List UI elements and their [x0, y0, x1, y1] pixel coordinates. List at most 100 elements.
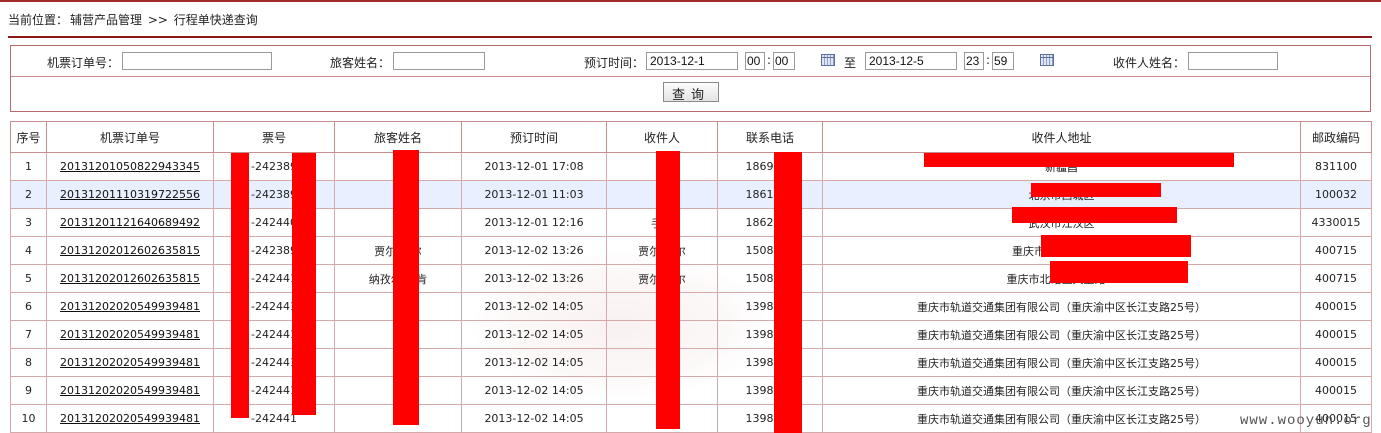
- cell-postal-code: 400715: [1300, 236, 1372, 265]
- cell-phone: 1398362: [717, 404, 823, 433]
- cell-booking-time: 2013-12-02 13:26: [461, 236, 607, 265]
- end-minute-input[interactable]: [992, 52, 1014, 70]
- cell-booking-time: 2013-12-02 14:05: [461, 376, 607, 405]
- cell-order-number: 20131202020549939481: [46, 348, 214, 377]
- order-number-input[interactable]: [122, 52, 272, 70]
- cell-booking-time: 2013-12-01 17:08: [461, 152, 607, 181]
- order-number-link[interactable]: 20131202020549939481: [60, 300, 200, 313]
- cell-booking-time: 2013-12-02 14:05: [461, 320, 607, 349]
- end-date-input[interactable]: [865, 52, 957, 70]
- cell-index: 7: [10, 320, 47, 349]
- order-number-link[interactable]: 20131202012602635815: [60, 272, 200, 285]
- cell-phone: 1398362: [717, 348, 823, 377]
- cell-postal-code: 400015: [1300, 376, 1372, 405]
- breadcrumb-divider: [8, 36, 1372, 38]
- end-calendar-icon[interactable]: [1040, 54, 1054, 66]
- table-row[interactable]: 7 20131202020549939481 -242441 谢 2013-12…: [10, 320, 1372, 349]
- top-accent-line: [0, 0, 1381, 2]
- header-receiver[interactable]: 收件人: [606, 121, 718, 153]
- order-number-link[interactable]: 20131201121640689492: [60, 216, 200, 229]
- booking-time-label: 预订时间：: [584, 56, 645, 70]
- start-calendar-icon[interactable]: [821, 54, 835, 66]
- cell-booking-time: 2013-12-02 14:05: [461, 292, 607, 321]
- redaction-ticket-prefix: [231, 153, 249, 418]
- cell-phone: 1398362: [717, 376, 823, 405]
- header-ticket-number[interactable]: 票号: [213, 121, 335, 153]
- header-postal-code[interactable]: 邮政编码: [1300, 121, 1372, 153]
- header-phone[interactable]: 联系电话: [717, 121, 823, 153]
- cell-phone: 1398362: [717, 320, 823, 349]
- cell-booking-time: 2013-12-02 14:05: [461, 348, 607, 377]
- passenger-name-input[interactable]: [393, 52, 485, 70]
- header-receiver-address[interactable]: 收件人地址: [822, 121, 1301, 153]
- cell-index: 8: [10, 348, 47, 377]
- redaction-address-2: [1031, 183, 1161, 197]
- site-watermark: www.wooyun.org: [1240, 413, 1372, 429]
- header-passenger-name[interactable]: 旅客姓名: [334, 121, 462, 153]
- date-range-to-label: 至: [844, 56, 857, 70]
- cell-receiver-address: 重庆市轨道交通集团有限公司（重庆渝中区长江支路25号）: [822, 320, 1301, 349]
- cell-booking-time: 2013-12-01 11:03: [461, 180, 607, 209]
- cell-order-number: 20131201110319722556: [46, 180, 214, 209]
- start-minute-input[interactable]: [773, 52, 795, 70]
- cell-postal-code: 400015: [1300, 320, 1372, 349]
- start-time-colon: :: [767, 53, 772, 67]
- redaction-receiver-name: [656, 151, 680, 429]
- cell-order-number: 20131201050822943345: [46, 152, 214, 181]
- search-panel: 机票订单号： 旅客姓名： 预订时间： : 至 : 收件人姓名： 查询: [10, 45, 1371, 112]
- cell-index: 5: [10, 264, 47, 293]
- header-order-number[interactable]: 机票订单号: [46, 121, 214, 153]
- order-number-link[interactable]: 20131202020549939481: [60, 328, 200, 341]
- table-row[interactable]: 8 20131202020549939481 -242441 杨 2013-12…: [10, 348, 1372, 377]
- order-number-label: 机票订单号：: [47, 56, 120, 70]
- cell-phone: 1862773: [717, 208, 823, 237]
- cell-phone: 1398362: [717, 292, 823, 321]
- table-row[interactable]: 2 20131201110319722556 -242389 张 2013-12…: [10, 180, 1372, 209]
- cell-postal-code: 400015: [1300, 292, 1372, 321]
- passenger-name-label: 旅客姓名：: [330, 56, 391, 70]
- receiver-name-input[interactable]: [1188, 52, 1278, 70]
- cell-receiver-address: 重庆市轨道交通集团有限公司（重庆渝中区长江支路25号）: [822, 404, 1301, 433]
- redaction-passenger-name: [393, 150, 419, 425]
- cell-postal-code: 400715: [1300, 264, 1372, 293]
- table-header-row: 序号 机票订单号 票号 旅客姓名 预订时间 收件人 联系电话 收件人地址 邮政编…: [10, 121, 1372, 153]
- order-number-link[interactable]: 20131202020549939481: [60, 356, 200, 369]
- cell-postal-code: 831100: [1300, 152, 1372, 181]
- cell-index: 6: [10, 292, 47, 321]
- cell-receiver-address: 重庆市轨道交通集团有限公司（重庆渝中区长江支路25号）: [822, 376, 1301, 405]
- order-number-link[interactable]: 20131201050822943345: [60, 160, 200, 173]
- header-index[interactable]: 序号: [10, 121, 47, 153]
- cell-index: 1: [10, 152, 47, 181]
- table-row[interactable]: 10 20131202020549939481 -242441 汪 2013-1…: [10, 404, 1372, 433]
- redaction-phone: [774, 152, 802, 433]
- end-hour-input[interactable]: [964, 52, 984, 70]
- order-number-link[interactable]: 20131202020549939481: [60, 412, 200, 425]
- cell-booking-time: 2013-12-01 12:16: [461, 208, 607, 237]
- cell-receiver-address: 重庆市轨道交通集团有限公司（重庆渝中区长江支路25号）: [822, 348, 1301, 377]
- cell-phone: 1508663: [717, 236, 823, 265]
- table-row[interactable]: 6 20131202020549939481 -242441 江 2013-12…: [10, 292, 1372, 321]
- cell-receiver-address: 重庆市轨道交通集团有限公司（重庆渝中区长江支路25号）: [822, 292, 1301, 321]
- breadcrumb-link-aux-products[interactable]: 辅营产品管理: [70, 13, 142, 27]
- cell-order-number: 20131201121640689492: [46, 208, 214, 237]
- search-fields-row: 机票订单号： 旅客姓名： 预订时间： : 至 : 收件人姓名：: [11, 46, 1370, 77]
- header-booking-time[interactable]: 预订时间: [461, 121, 607, 153]
- start-date-input[interactable]: [646, 52, 738, 70]
- cell-phone: 1508663: [717, 264, 823, 293]
- cell-order-number: 20131202012602635815: [46, 236, 214, 265]
- start-hour-input[interactable]: [745, 52, 765, 70]
- order-number-link[interactable]: 20131202020549939481: [60, 384, 200, 397]
- query-button[interactable]: 查询: [663, 82, 719, 102]
- order-number-link[interactable]: 20131201110319722556: [60, 188, 200, 201]
- cell-order-number: 20131202020549939481: [46, 376, 214, 405]
- cell-phone: 1869330: [717, 152, 823, 181]
- order-number-link[interactable]: 20131202012602635815: [60, 244, 200, 257]
- redaction-address-3: [1012, 207, 1177, 223]
- breadcrumb-separator: >>: [147, 13, 168, 27]
- breadcrumb: 当前位置： 辅营产品管理 >> 行程单快递查询: [8, 10, 260, 30]
- cell-order-number: 20131202012602635815: [46, 264, 214, 293]
- cell-phone: 1861106: [717, 180, 823, 209]
- cell-order-number: 20131202020549939481: [46, 404, 214, 433]
- table-row[interactable]: 9 20131202020549939481 -242441 黄 2013-12…: [10, 376, 1372, 405]
- cell-booking-time: 2013-12-02 14:05: [461, 404, 607, 433]
